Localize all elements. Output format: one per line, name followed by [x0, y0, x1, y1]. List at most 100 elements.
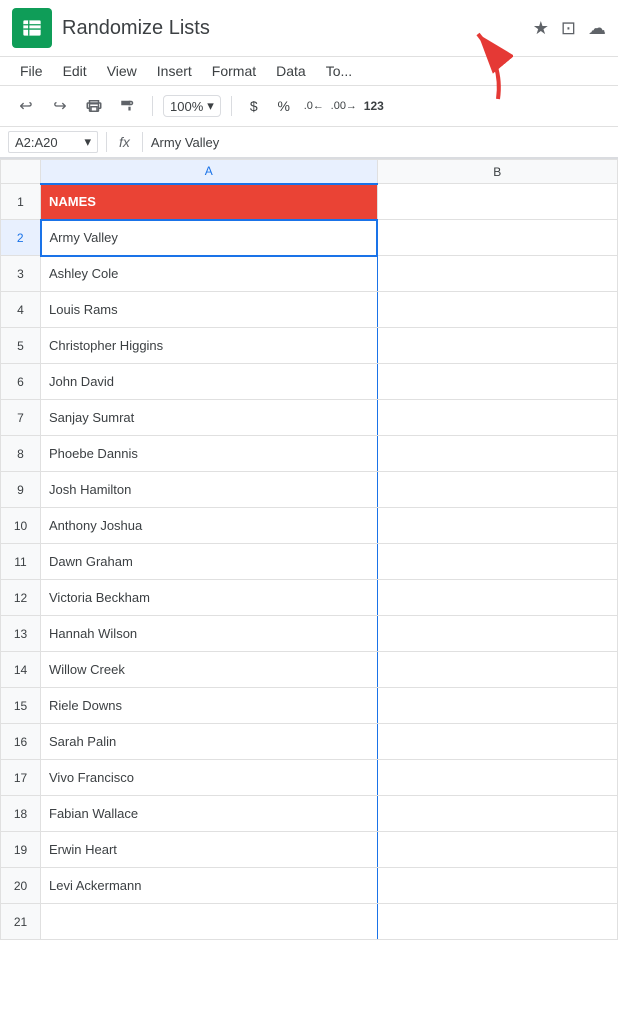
table-row[interactable]: 13Hannah Wilson: [1, 616, 618, 652]
number-format-button[interactable]: 123: [362, 94, 386, 118]
cell-a-20[interactable]: Levi Ackermann: [41, 868, 378, 904]
menu-bar: File Edit View Insert Format Data To...: [0, 57, 618, 86]
print-button[interactable]: [80, 92, 108, 120]
table-row[interactable]: 5Christopher Higgins: [1, 328, 618, 364]
spreadsheet-table: A B 1NAMES2Army Valley3Ashley Cole4Louis…: [0, 159, 618, 940]
row-number: 19: [1, 832, 41, 868]
table-row[interactable]: 21: [1, 904, 618, 940]
cell-b-5[interactable]: [377, 328, 617, 364]
table-row[interactable]: 19Erwin Heart: [1, 832, 618, 868]
table-row[interactable]: 10Anthony Joshua: [1, 508, 618, 544]
formula-content[interactable]: Army Valley: [151, 135, 610, 150]
cell-b-21[interactable]: [377, 904, 617, 940]
decimal-increase-button[interactable]: .00→: [332, 94, 356, 118]
cell-a-1[interactable]: NAMES: [41, 184, 378, 220]
cell-a-19[interactable]: Erwin Heart: [41, 832, 378, 868]
table-row[interactable]: 14Willow Creek: [1, 652, 618, 688]
cell-b-9[interactable]: [377, 472, 617, 508]
cell-a-18[interactable]: Fabian Wallace: [41, 796, 378, 832]
paint-format-button[interactable]: [114, 92, 142, 120]
cell-b-6[interactable]: [377, 364, 617, 400]
fx-label: fx: [115, 134, 134, 150]
cell-a-15[interactable]: Riele Downs: [41, 688, 378, 724]
cell-b-13[interactable]: [377, 616, 617, 652]
row-num-header: [1, 160, 41, 184]
star-icon[interactable]: ★: [533, 18, 549, 39]
table-row[interactable]: 16Sarah Palin: [1, 724, 618, 760]
table-row[interactable]: 4Louis Rams: [1, 292, 618, 328]
cell-a-5[interactable]: Christopher Higgins: [41, 328, 378, 364]
table-row[interactable]: 1NAMES: [1, 184, 618, 220]
menu-view[interactable]: View: [99, 59, 145, 83]
column-b-header[interactable]: B: [377, 160, 617, 184]
zoom-control[interactable]: 100% ▾: [163, 95, 221, 117]
cell-a-13[interactable]: Hannah Wilson: [41, 616, 378, 652]
currency-button[interactable]: $: [242, 94, 266, 118]
undo-button[interactable]: ↩: [12, 92, 40, 120]
table-row[interactable]: 20Levi Ackermann: [1, 868, 618, 904]
cell-b-3[interactable]: [377, 256, 617, 292]
cell-b-15[interactable]: [377, 688, 617, 724]
table-row[interactable]: 3Ashley Cole: [1, 256, 618, 292]
menu-edit[interactable]: Edit: [55, 59, 95, 83]
column-a-header[interactable]: A: [41, 160, 378, 184]
percent-button[interactable]: %: [272, 94, 296, 118]
row-number: 14: [1, 652, 41, 688]
menu-insert[interactable]: Insert: [149, 59, 200, 83]
cell-a-12[interactable]: Victoria Beckham: [41, 580, 378, 616]
cell-a-17[interactable]: Vivo Francisco: [41, 760, 378, 796]
cell-b-16[interactable]: [377, 724, 617, 760]
spreadsheet: A B 1NAMES2Army Valley3Ashley Cole4Louis…: [0, 159, 618, 940]
cell-b-18[interactable]: [377, 796, 617, 832]
page-title: Randomize Lists: [62, 17, 533, 40]
cell-a-3[interactable]: Ashley Cole: [41, 256, 378, 292]
menu-tools[interactable]: To...: [318, 59, 360, 83]
cell-b-8[interactable]: [377, 436, 617, 472]
cell-b-11[interactable]: [377, 544, 617, 580]
table-row[interactable]: 15Riele Downs: [1, 688, 618, 724]
cloud-icon[interactable]: ☁: [588, 18, 606, 39]
row-number: 17: [1, 760, 41, 796]
cell-b-12[interactable]: [377, 580, 617, 616]
menu-data[interactable]: Data: [268, 59, 314, 83]
cell-a-7[interactable]: Sanjay Sumrat: [41, 400, 378, 436]
zoom-value: 100%: [170, 99, 203, 114]
table-row[interactable]: 17Vivo Francisco: [1, 760, 618, 796]
row-number: 1: [1, 184, 41, 220]
cell-a-2[interactable]: Army Valley: [41, 220, 378, 256]
cell-a-6[interactable]: John David: [41, 364, 378, 400]
formula-separator-2: [142, 132, 143, 152]
table-row[interactable]: 7Sanjay Sumrat: [1, 400, 618, 436]
table-row[interactable]: 8Phoebe Dannis: [1, 436, 618, 472]
cell-b-7[interactable]: [377, 400, 617, 436]
cell-ref-dropdown-icon[interactable]: ▾: [84, 134, 91, 150]
table-row[interactable]: 11Dawn Graham: [1, 544, 618, 580]
table-row[interactable]: 18Fabian Wallace: [1, 796, 618, 832]
cell-a-9[interactable]: Josh Hamilton: [41, 472, 378, 508]
redo-button[interactable]: ↪: [46, 92, 74, 120]
cell-b-1[interactable]: [377, 184, 617, 220]
cell-b-2[interactable]: [377, 220, 617, 256]
cell-a-11[interactable]: Dawn Graham: [41, 544, 378, 580]
cell-b-20[interactable]: [377, 868, 617, 904]
cell-a-10[interactable]: Anthony Joshua: [41, 508, 378, 544]
cell-b-19[interactable]: [377, 832, 617, 868]
table-row[interactable]: 6John David: [1, 364, 618, 400]
cell-a-16[interactable]: Sarah Palin: [41, 724, 378, 760]
cell-b-4[interactable]: [377, 292, 617, 328]
cell-a-21[interactable]: [41, 904, 378, 940]
cell-b-17[interactable]: [377, 760, 617, 796]
cell-b-14[interactable]: [377, 652, 617, 688]
table-row[interactable]: 9Josh Hamilton: [1, 472, 618, 508]
cell-reference[interactable]: A2:A20 ▾: [8, 131, 98, 153]
menu-file[interactable]: File: [12, 59, 51, 83]
table-row[interactable]: 12Victoria Beckham: [1, 580, 618, 616]
cell-a-14[interactable]: Willow Creek: [41, 652, 378, 688]
decimal-decrease-button[interactable]: .0←: [302, 94, 326, 118]
table-row[interactable]: 2Army Valley: [1, 220, 618, 256]
cell-a-8[interactable]: Phoebe Dannis: [41, 436, 378, 472]
cell-b-10[interactable]: [377, 508, 617, 544]
menu-format[interactable]: Format: [204, 59, 264, 83]
folder-icon[interactable]: ⊡: [561, 18, 576, 39]
cell-a-4[interactable]: Louis Rams: [41, 292, 378, 328]
